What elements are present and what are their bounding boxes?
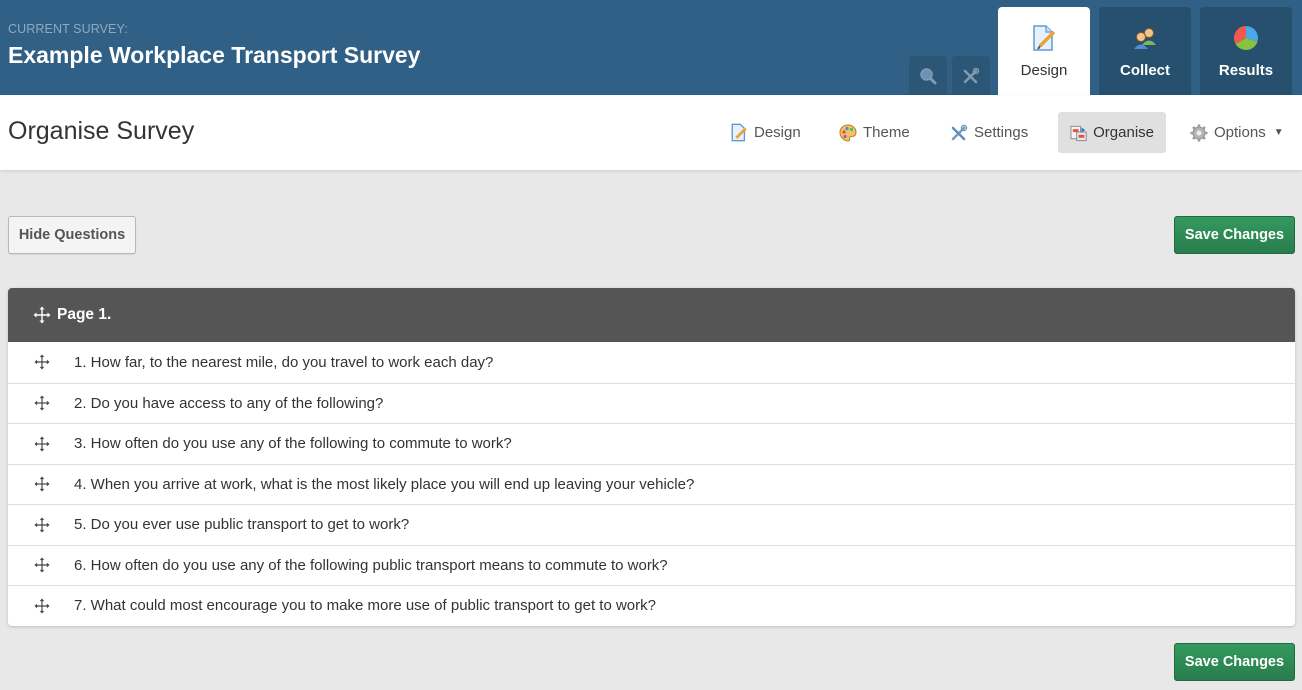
subnav-organise-label: Organise xyxy=(1093,124,1154,141)
save-changes-button-top[interactable]: Save Changes xyxy=(1174,216,1295,254)
question-row[interactable]: 3. How often do you use any of the follo… xyxy=(8,423,1295,464)
organise-icon xyxy=(1070,125,1087,141)
question-row[interactable]: 1. How far, to the nearest mile, do you … xyxy=(8,342,1295,383)
page-panel: Page 1. 1. How far, to the nearest mile,… xyxy=(8,288,1295,626)
subnav-theme-label: Theme xyxy=(863,124,910,141)
hide-questions-button[interactable]: Hide Questions xyxy=(8,216,136,254)
magnifier-icon xyxy=(920,67,937,84)
pie-chart-icon xyxy=(1233,25,1258,50)
question-row[interactable]: 7. What could most encourage you to make… xyxy=(8,585,1295,626)
drag-handle[interactable] xyxy=(8,517,74,533)
question-text: 3. How often do you use any of the follo… xyxy=(74,435,512,453)
question-text: 2. Do you have access to any of the foll… xyxy=(74,394,384,412)
wrench-screwdriver-icon xyxy=(963,67,980,83)
drag-handle[interactable] xyxy=(8,395,74,411)
move-icon xyxy=(33,306,51,324)
move-icon xyxy=(34,436,50,452)
question-row[interactable]: 4. When you arrive at work, what is the … xyxy=(8,463,1295,505)
question-row[interactable]: 5. Do you ever use public transport to g… xyxy=(8,504,1295,545)
wrench-screwdriver-icon xyxy=(951,124,968,140)
move-icon xyxy=(34,598,50,614)
subnav-organise[interactable]: Organise xyxy=(1058,112,1166,153)
subnav-options-label: Options xyxy=(1214,124,1266,141)
subnav-options-dropdown[interactable]: Options ▼ xyxy=(1178,112,1296,153)
gear-icon xyxy=(1190,124,1208,141)
save-changes-button-bottom[interactable]: Save Changes xyxy=(1174,643,1295,681)
question-text: 7. What could most encourage you to make… xyxy=(74,597,656,615)
subnav-settings[interactable]: Settings xyxy=(938,112,1040,153)
sub-header: Organise Survey Design Theme Settings Or… xyxy=(0,95,1302,170)
drag-handle[interactable] xyxy=(8,598,74,614)
search-button[interactable] xyxy=(909,56,947,95)
move-icon xyxy=(34,517,50,533)
drag-handle[interactable] xyxy=(8,557,74,573)
tools-button[interactable] xyxy=(952,56,990,95)
caret-down-icon: ▼ xyxy=(1273,127,1284,138)
move-icon xyxy=(34,354,50,370)
tab-results[interactable]: Results xyxy=(1200,7,1292,95)
page-title: Organise Survey xyxy=(8,117,195,145)
drag-handle[interactable] xyxy=(8,476,74,492)
question-text: 1. How far, to the nearest mile, do you … xyxy=(74,353,494,371)
survey-title: Example Workplace Transport Survey xyxy=(8,42,421,68)
pencil-document-icon xyxy=(1033,25,1056,51)
question-row[interactable]: 2. Do you have access to any of the foll… xyxy=(8,382,1295,424)
move-icon xyxy=(34,476,50,492)
users-icon xyxy=(1134,28,1156,49)
move-icon xyxy=(34,395,50,411)
current-survey-label: CURRENT SURVEY: xyxy=(8,22,128,36)
question-text: 5. Do you ever use public transport to g… xyxy=(74,516,410,534)
tab-design-label: Design xyxy=(1020,62,1068,79)
drag-handle[interactable] xyxy=(8,436,74,452)
question-text: 4. When you arrive at work, what is the … xyxy=(74,475,695,493)
subnav-settings-label: Settings xyxy=(974,124,1029,141)
top-header: CURRENT SURVEY: Example Workplace Transp… xyxy=(0,0,1302,95)
question-list: 1. How far, to the nearest mile, do you … xyxy=(8,342,1295,626)
page-header-drag-handle[interactable]: Page 1. xyxy=(8,288,1295,342)
tab-collect[interactable]: Collect xyxy=(1099,7,1191,95)
subnav-theme[interactable]: Theme xyxy=(827,112,922,153)
subnav-design-label: Design xyxy=(754,124,801,141)
question-row[interactable]: 6. How often do you use any of the follo… xyxy=(8,544,1295,586)
drag-handle[interactable] xyxy=(8,354,74,370)
tab-design[interactable]: Design xyxy=(998,7,1090,95)
tab-collect-label: Collect xyxy=(1119,62,1170,79)
palette-icon xyxy=(839,123,857,142)
subnav-design[interactable]: Design xyxy=(718,112,813,153)
pencil-document-icon xyxy=(731,123,747,142)
question-text: 6. How often do you use any of the follo… xyxy=(74,556,668,574)
move-icon xyxy=(34,557,50,573)
page-label: Page 1. xyxy=(57,306,112,323)
tab-results-label: Results xyxy=(1218,62,1274,79)
